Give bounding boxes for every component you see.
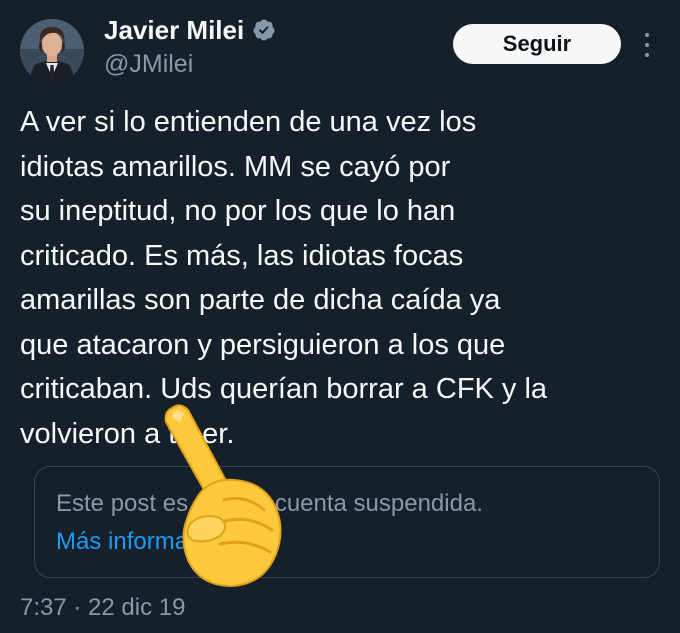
dot <box>645 43 649 47</box>
more-options-icon[interactable] <box>641 30 653 60</box>
author-handle[interactable]: @JMilei <box>104 48 193 80</box>
quoted-post-unavailable[interactable]: Este post es de una cuenta suspendida. M… <box>34 466 660 578</box>
profile-photo <box>20 19 84 83</box>
verified-badge-icon[interactable] <box>252 18 276 42</box>
tweet-text: A ver si lo entienden de una vez los idi… <box>20 106 548 450</box>
backhand-index-pointing-up-emoji <box>164 404 282 588</box>
author-name-row: Javier Milei <box>104 14 276 46</box>
tweet-card: Javier Milei @JMilei Seguir A ver si lo … <box>0 0 680 633</box>
tweet-timestamp[interactable]: 7:37 · 22 dic 19 <box>20 593 185 623</box>
avatar[interactable] <box>20 19 84 83</box>
dot <box>645 53 649 57</box>
follow-button[interactable]: Seguir <box>453 24 621 64</box>
author-display-name[interactable]: Javier Milei <box>104 14 244 46</box>
dot <box>645 33 649 37</box>
